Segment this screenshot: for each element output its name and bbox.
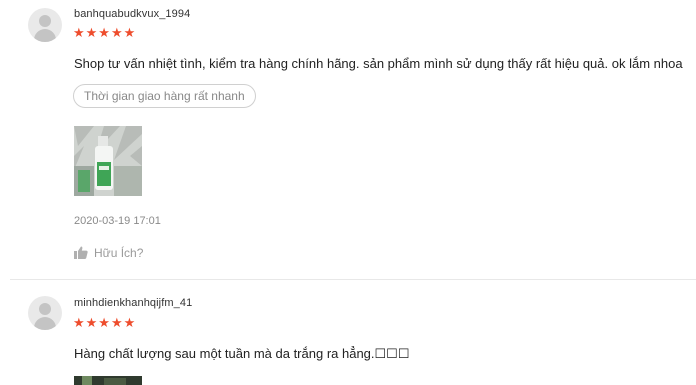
- review-photo-image: [74, 376, 142, 385]
- helpful-label: Hữu Ích?: [94, 246, 144, 261]
- review-comment: Shop tư vấn nhiệt tình, kiểm tra hàng ch…: [74, 56, 683, 71]
- review-item: banhquabudkvux_1994 ★★★★★ Shop tư vấn nh…: [0, 0, 696, 280]
- user-avatar: [28, 296, 62, 330]
- review-username: banhquabudkvux_1994: [74, 8, 191, 20]
- review-username: minhdienkhanhqijfm_41: [74, 297, 193, 309]
- review-comment: Hàng chất lượng sau một tuần mà da trắng…: [74, 346, 410, 361]
- review-tag: Thời gian giao hàng rất nhanh: [73, 84, 256, 108]
- user-avatar: [28, 8, 62, 42]
- helpful-button[interactable]: Hữu Ích?: [74, 246, 143, 262]
- review-date: 2020-03-19 17:01: [74, 215, 161, 227]
- review-photo-image: [74, 126, 142, 196]
- thumbs-up-icon: [74, 246, 88, 262]
- review-item: minhdienkhanhqijfm_41 ★★★★★ Hàng chất lư…: [0, 280, 696, 385]
- review-photo[interactable]: [74, 126, 142, 196]
- rating-stars: ★★★★★: [73, 315, 137, 330]
- review-photo[interactable]: [74, 374, 142, 385]
- rating-stars: ★★★★★: [73, 25, 137, 40]
